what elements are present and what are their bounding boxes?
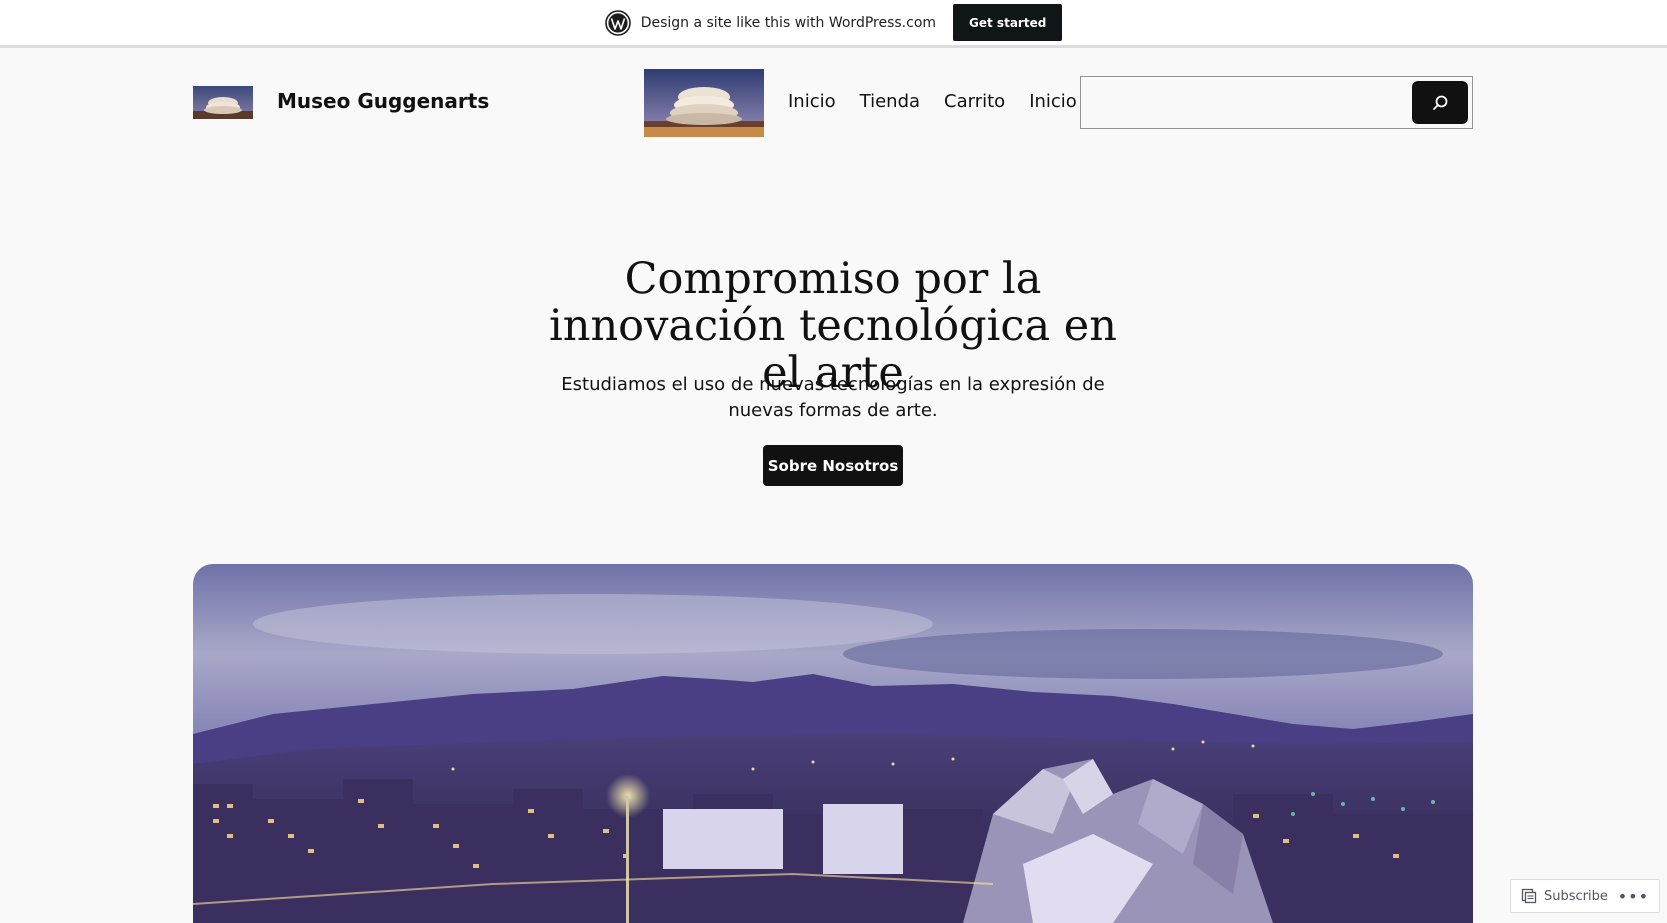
search-form: [1080, 76, 1473, 129]
search-button[interactable]: [1412, 81, 1468, 124]
featured-city-image: [193, 564, 1473, 923]
sobre-nosotros-button[interactable]: Sobre Nosotros: [763, 445, 903, 486]
wordpress-logo-icon[interactable]: [604, 9, 631, 36]
hero-subtitle: Estudiamos el uso de nuevas tecnologías …: [561, 374, 1105, 421]
wordpress-promo-banner: Design a site like this with WordPress.c…: [0, 0, 1667, 48]
main-navigation: Inicio Tienda Carrito Inicio: [788, 91, 1077, 112]
nav-item-inicio-2[interactable]: Inicio: [1029, 91, 1077, 112]
subscribe-label: Subscribe: [1544, 888, 1608, 904]
subscribe-button[interactable]: Subscribe: [1521, 888, 1608, 904]
nav-item-tienda[interactable]: Tienda: [860, 91, 920, 112]
site-logo[interactable]: [193, 86, 253, 119]
reader-icon: [1521, 888, 1537, 904]
get-started-button[interactable]: Get started: [953, 4, 1063, 41]
site-title[interactable]: Museo Guggenarts: [277, 89, 489, 113]
search-input[interactable]: [1087, 81, 1397, 124]
museum-thumbnail-image: [644, 69, 764, 137]
search-icon: [1433, 95, 1448, 110]
nav-item-carrito[interactable]: Carrito: [944, 91, 1005, 112]
nav-item-inicio[interactable]: Inicio: [788, 91, 836, 112]
subscribe-widget: Subscribe •••: [1510, 879, 1660, 913]
more-options-button[interactable]: •••: [1618, 887, 1649, 906]
banner-text: Design a site like this with WordPress.c…: [640, 14, 937, 31]
